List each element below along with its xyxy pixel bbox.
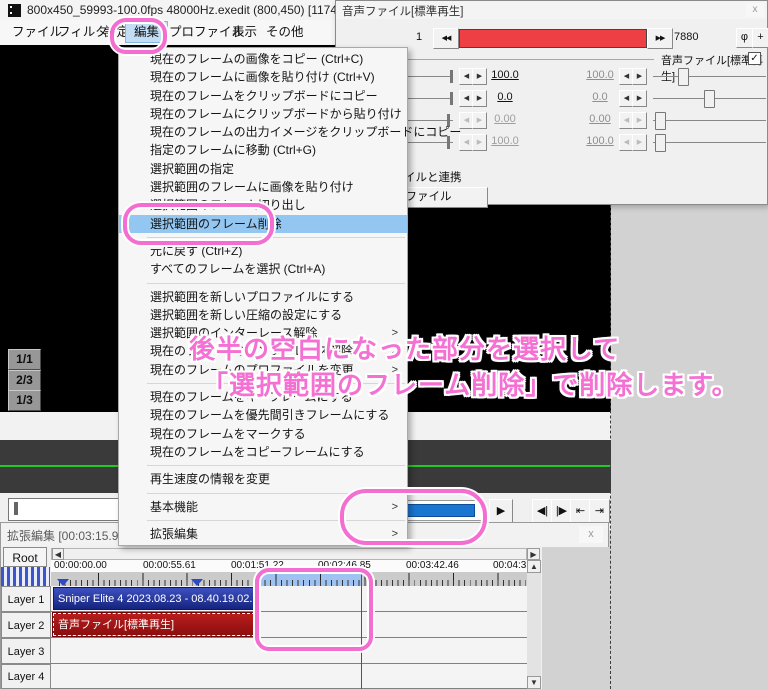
timeline-vscrollbar[interactable]: ▲ ▼ (527, 560, 541, 689)
hscroll-left-arrow[interactable]: ◀ (52, 548, 64, 560)
midpoint-marker[interactable] (191, 579, 203, 586)
annotation-text-line1: 後半の空白になった部分を選択して (189, 334, 621, 364)
left-trackbar-thumb[interactable] (450, 70, 453, 83)
edit-menu-item[interactable]: すべてのフレームを選択 (Ctrl+A) (119, 260, 407, 278)
edit-menu-item[interactable]: 現在のフレームの出力イメージをクリップボードにコピー (119, 123, 461, 141)
edit-menu-item[interactable]: 選択範囲のフレームに画像を貼り付け (119, 178, 407, 196)
frame-range-row: 1 ◀◀ ▶▶ 7880 φ + (336, 28, 768, 49)
edit-menu-item[interactable]: 選択範囲を新しい圧縮の設定にする (119, 306, 407, 324)
param-start-value[interactable]: 0.00 (488, 113, 522, 125)
hscroll-right-arrow[interactable]: ▶ (527, 548, 540, 560)
spin-right-up[interactable]: ▶ (632, 134, 647, 151)
timeline-hscrollbar[interactable] (51, 548, 527, 560)
param-end-value[interactable]: 100.0 (583, 69, 617, 81)
layer-header-4[interactable]: Layer 4 (1, 664, 51, 689)
screenshot-stage: 800x450_59993-100.0fps 48000Hz.exedit (8… (0, 0, 768, 689)
annotation-ring-basic-function (340, 489, 487, 545)
seek-thumb[interactable] (14, 502, 18, 515)
timeline-clip-clip-red[interactable]: 音声ファイル[標準再生] (52, 612, 261, 637)
root-scene-tab[interactable]: Root (3, 547, 47, 567)
edit-menu-item[interactable]: 現在のフレームをクリップボードにコピー (119, 87, 407, 105)
menu-separator (119, 461, 407, 470)
layer-header-1[interactable]: Layer 1 (1, 586, 51, 612)
spin-right-up[interactable]: ▶ (632, 68, 647, 85)
zoom-ratio-button[interactable]: 2/3 (8, 369, 41, 391)
right-trackbar[interactable] (653, 76, 766, 77)
spin-left-up[interactable]: ▶ (472, 90, 487, 107)
vscroll-down-arrow[interactable]: ▼ (527, 676, 541, 689)
frame-prev-button[interactable]: ◀◀ (433, 28, 459, 49)
spin-left-up[interactable]: ▶ (472, 68, 487, 85)
frame-end-value: 7880 (674, 31, 699, 43)
spin-right-up[interactable]: ▶ (632, 90, 647, 107)
edit-menu-item[interactable]: 現在のフレームの画像をコピー (Ctrl+C) (119, 50, 407, 68)
param-end-value[interactable]: 100.0 (583, 135, 617, 147)
param-start-value[interactable]: 0.0 (488, 91, 522, 103)
menubar-item-6[interactable]: その他 (258, 22, 312, 42)
vscroll-up-arrow[interactable]: ▲ (527, 560, 541, 573)
app-icon (8, 4, 21, 17)
right-trackbar[interactable] (653, 142, 766, 143)
playback-button-3[interactable]: ⇤ (570, 499, 591, 523)
param-end-value[interactable]: 0.00 (583, 113, 617, 125)
playback-button-1[interactable]: ◀| (532, 499, 553, 523)
add-filter-button[interactable]: + (752, 28, 768, 48)
param-start-value[interactable]: 100.0 (488, 69, 522, 81)
edit-menu-item[interactable]: 現在のフレームにクリップボードから貼り付け (119, 105, 407, 123)
time-label: 00:04:3 (493, 560, 527, 571)
edit-menu-item[interactable]: 現在のフレームをマークする (119, 425, 407, 443)
right-trackbar-thumb[interactable] (655, 134, 667, 152)
zoom-ratio-button[interactable]: 1/1 (8, 349, 41, 370)
playback-button-2[interactable]: |▶ (551, 499, 572, 523)
edit-menu-item[interactable]: 指定のフレームに移動 (Ctrl+G) (119, 141, 407, 159)
param-end-value[interactable]: 0.0 (583, 91, 617, 103)
timeline-clip-clip-blue[interactable]: Sniper Elite 4 2023.08.23 - 08.40.19.02.… (53, 587, 260, 610)
time-label: 00:00:55.61 (143, 560, 196, 571)
object-enabled-checkbox[interactable]: ✓ (748, 52, 761, 65)
edit-menu-item[interactable]: 選択範囲の指定 (119, 160, 407, 178)
edit-dropdown-menu: 現在のフレームの画像をコピー (Ctrl+C) 現在のフレームに画像を貼り付け (… (118, 47, 461, 547)
time-label: 00:03:42.46 (406, 560, 459, 571)
spin-left-up[interactable]: ▶ (472, 112, 487, 129)
right-trackbar-thumb[interactable] (677, 68, 689, 86)
spin-right-up[interactable]: ▶ (632, 112, 647, 129)
edit-menu-item[interactable]: 現在のフレームをコピーフレームにする (119, 443, 407, 461)
left-trackbar-thumb[interactable] (450, 92, 453, 105)
layer-track-4[interactable] (51, 664, 527, 689)
layer-header-3[interactable]: Layer 3 (1, 638, 51, 664)
timeline-close-button[interactable]: x (579, 526, 603, 543)
dialog-close-button[interactable]: x (746, 3, 764, 17)
dialog-title: 音声ファイル[標準再生] (342, 6, 464, 18)
right-trackbar-thumb[interactable] (703, 90, 715, 108)
frame-range-bar[interactable] (459, 29, 647, 48)
edit-menu-item[interactable]: 現在のフレームに画像を貼り付け (Ctrl+V) (119, 68, 407, 86)
midpoint-marker[interactable] (57, 579, 69, 586)
frame-start-value: 1 (416, 31, 423, 43)
refresh-button[interactable]: φ (736, 28, 753, 48)
time-label: 00:00:00.00 (54, 560, 107, 571)
param-start-value[interactable]: 100.0 (488, 135, 522, 147)
playback-button-0[interactable]: ▶ (489, 499, 513, 523)
capture-dashed-border (610, 205, 612, 689)
spin-left-up[interactable]: ▶ (472, 134, 487, 151)
annotation-text-line2: 「選択範囲のフレーム削除」で削除します。 (202, 370, 739, 400)
dialog-titlebar[interactable]: 音声ファイル[標準再生] x (336, 1, 767, 19)
layer-header-2[interactable]: Layer 2 (1, 612, 51, 638)
annotation-ring-timeline-selection (255, 568, 373, 651)
menu-separator (119, 279, 407, 288)
annotation-ring-edit-menu (110, 18, 167, 54)
right-trackbar-thumb[interactable] (655, 112, 667, 130)
right-trackbar[interactable] (653, 120, 766, 121)
edit-menu-item[interactable]: 再生速度の情報を変更 (119, 470, 407, 488)
frame-next-button[interactable]: ▶▶ (647, 28, 673, 49)
annotation-ring-delete-item (123, 203, 274, 245)
zoom-ratio-button[interactable]: 1/3 (8, 390, 41, 411)
playback-button-4[interactable]: ⇥ (589, 499, 610, 523)
layer-corner-stripes (1, 567, 50, 586)
edit-menu-item[interactable]: 現在のフレームを優先間引きフレームにする (119, 406, 407, 424)
edit-menu-item[interactable]: 選択範囲を新しいプロファイルにする (119, 288, 407, 306)
